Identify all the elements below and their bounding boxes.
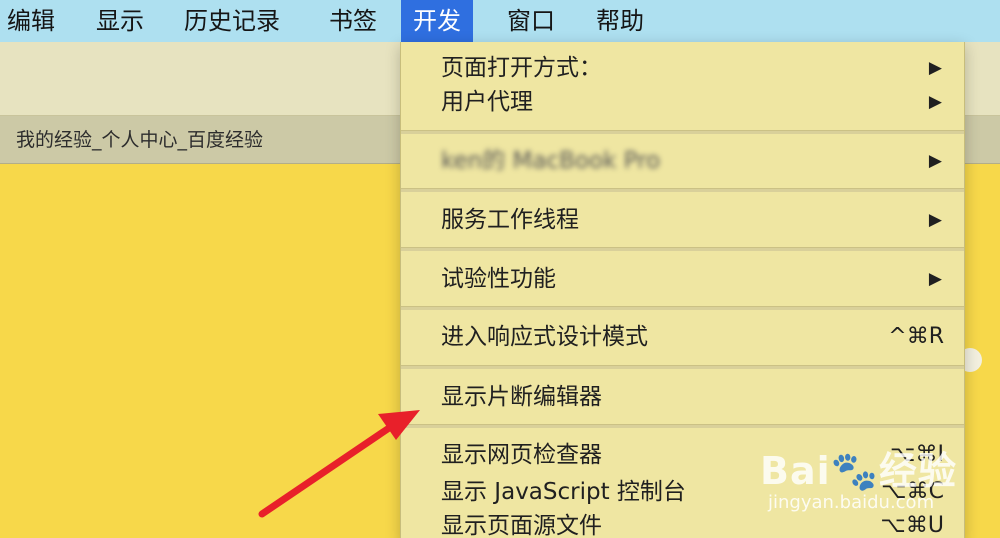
submenu-arrow-icon: ▶ (928, 269, 942, 289)
menu-history[interactable]: 历史记录 (184, 0, 280, 42)
menu-item-label: 试验性功能 (441, 266, 556, 292)
menu-window[interactable]: 窗口 (507, 0, 555, 42)
menu-bookmarks[interactable]: 书签 (329, 0, 377, 42)
tab-title[interactable]: 我的经验_个人中心_百度经验 (16, 116, 263, 164)
menu-separator (401, 424, 964, 428)
menu-item-label: 服务工作线程 (441, 207, 579, 233)
menu-separator (401, 130, 964, 134)
menu-bar: 编辑 显示 历史记录 书签 开发 窗口 帮助 (0, 0, 1000, 42)
submenu-arrow-icon: ▶ (928, 151, 942, 171)
menu-item-service-workers[interactable]: 服务工作线程 ▶ (441, 202, 944, 238)
menu-item-shortcut: ^⌘R (888, 324, 944, 349)
menu-item-responsive-design-mode[interactable]: 进入响应式设计模式 ^⌘R (441, 319, 944, 355)
menu-item-label: 进入响应式设计模式 (441, 324, 648, 350)
menu-separator (401, 188, 964, 192)
menu-item-label: 显示片断编辑器 (441, 384, 602, 410)
submenu-arrow-icon: ▶ (928, 58, 942, 78)
menu-edit[interactable]: 编辑 (7, 0, 55, 42)
submenu-arrow-icon: ▶ (928, 210, 942, 230)
menu-item-label: 显示页面源文件 (441, 513, 602, 538)
menu-item-experimental-features[interactable]: 试验性功能 ▶ (441, 261, 944, 297)
menu-develop[interactable]: 开发 (401, 0, 473, 42)
menu-item-label: 显示网页检查器 (441, 442, 602, 468)
menu-separator (401, 365, 964, 369)
submenu-arrow-icon: ▶ (928, 92, 942, 112)
menu-item-user-agent[interactable]: 用户代理 ▶ (441, 84, 944, 120)
menu-item-label: 用户代理 (441, 89, 533, 115)
menu-item-show-snippet-editor[interactable]: 显示片断编辑器 (441, 379, 944, 415)
menu-help[interactable]: 帮助 (596, 0, 644, 42)
menu-separator (401, 247, 964, 251)
menu-item-open-page-with[interactable]: 页面打开方式： ▶ (441, 50, 944, 86)
menu-item-label: ken的 MacBook Pro (441, 148, 661, 174)
menu-item-device[interactable]: ken的 MacBook Pro ▶ (441, 143, 944, 179)
baidu-jingyan-watermark: Bai🐾经验 jingyan.baidu.com (760, 430, 990, 520)
menu-separator (401, 306, 964, 310)
menu-item-label: 显示 JavaScript 控制台 (441, 479, 686, 505)
watermark-url: jingyan.baidu.com (768, 492, 935, 513)
menu-item-label: 页面打开方式： (441, 55, 602, 81)
watermark-logo-text: Bai🐾经验 (760, 449, 957, 493)
menu-view[interactable]: 显示 (96, 0, 144, 42)
